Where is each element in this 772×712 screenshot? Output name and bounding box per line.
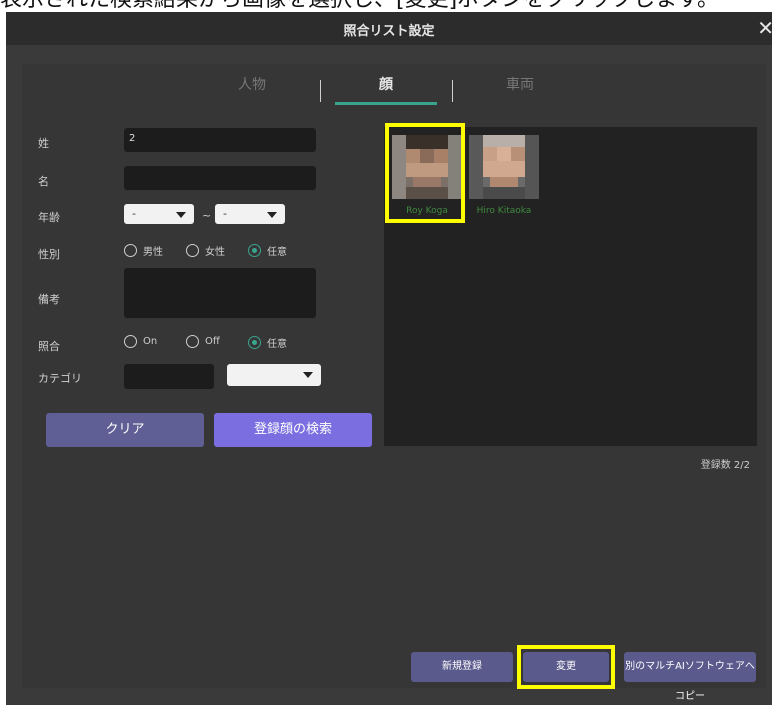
note-textarea[interactable]	[124, 268, 316, 318]
dialog-title: 照合リスト設定	[343, 24, 435, 39]
last-name-label: 姓	[38, 137, 49, 150]
note-label: 備考	[38, 293, 60, 306]
radio-icon	[124, 335, 137, 348]
tab-vehicle[interactable]: 車両	[470, 74, 570, 94]
selection-highlight	[385, 123, 465, 223]
gender-option-label: 女性	[205, 247, 225, 258]
close-icon[interactable]: ✕	[757, 16, 772, 40]
gender-radio-any[interactable]: 任意	[248, 243, 287, 258]
age-to-value: -	[223, 207, 227, 220]
age-label: 年齢	[38, 211, 60, 224]
tab-separator	[452, 80, 453, 102]
category-select[interactable]	[227, 364, 321, 386]
match-option-label: Off	[205, 336, 220, 347]
new-register-button[interactable]: 新規登録	[411, 652, 513, 682]
match-list-settings-dialog: 照合リスト設定 ✕ 人物 顔 車両 姓 2 名 年齢 - ~ - 性別 男性 女…	[6, 12, 772, 705]
pixelated-face-image	[469, 135, 539, 199]
category-input[interactable]	[124, 364, 214, 389]
match-radio-on[interactable]: On	[124, 335, 157, 348]
last-name-value: 2	[129, 133, 136, 144]
search-registered-faces-button[interactable]: 登録顔の検索	[214, 413, 372, 447]
tab-bar: 人物 顔 車両	[22, 64, 766, 108]
age-to-select[interactable]: -	[215, 204, 285, 224]
copy-to-other-software-button[interactable]: 別のマルチAIソフトウェアへコピー	[624, 652, 756, 702]
gender-label: 性別	[38, 248, 60, 261]
tab-separator	[320, 80, 321, 102]
instruction-caption: 表示された検索結果から画像を選択し、[変更]ボタンをクリックします。	[0, 0, 772, 12]
tab-face[interactable]: 顔	[336, 74, 436, 94]
last-name-input[interactable]: 2	[124, 128, 316, 152]
change-button-highlight	[517, 645, 615, 689]
match-radio-any[interactable]: 任意	[248, 335, 287, 350]
age-from-value: -	[132, 207, 136, 220]
match-option-label: 任意	[267, 339, 287, 350]
first-name-label: 名	[38, 175, 49, 188]
registered-count: 登録数 2/2	[700, 460, 750, 471]
gender-option-label: 任意	[267, 247, 287, 258]
radio-selected-icon	[248, 244, 261, 257]
first-name-input[interactable]	[124, 166, 316, 190]
tab-person[interactable]: 人物	[202, 74, 302, 94]
face-name-label: Hiro Kitaoka	[476, 206, 532, 216]
radio-selected-icon	[248, 336, 261, 349]
age-range-separator: ~	[202, 209, 212, 222]
active-tab-indicator	[335, 102, 437, 105]
gender-radio-female[interactable]: 女性	[186, 243, 225, 258]
radio-icon	[124, 244, 137, 257]
age-from-select[interactable]: -	[124, 204, 194, 224]
gender-option-label: 男性	[143, 247, 163, 258]
titlebar: 照合リスト設定 ✕	[6, 12, 772, 45]
radio-icon	[186, 244, 199, 257]
chevron-down-icon	[176, 212, 186, 218]
radio-icon	[186, 335, 199, 348]
match-option-label: On	[143, 336, 158, 347]
category-label: カテゴリ	[38, 372, 82, 385]
face-result-card[interactable]: Hiro Kitaoka	[469, 135, 539, 216]
chevron-down-icon	[267, 212, 277, 218]
search-results-panel: Roy Koga Hiro Kitaoka	[384, 123, 757, 446]
content-panel: 人物 顔 車両 姓 2 名 年齢 - ~ - 性別 男性 女性 任意 備考 照合…	[22, 64, 766, 702]
clear-button[interactable]: クリア	[46, 413, 204, 447]
match-radio-off[interactable]: Off	[186, 335, 220, 348]
chevron-down-icon	[303, 372, 313, 378]
gender-radio-male[interactable]: 男性	[124, 243, 163, 258]
face-thumbnail	[469, 135, 539, 199]
match-label: 照合	[38, 340, 60, 353]
